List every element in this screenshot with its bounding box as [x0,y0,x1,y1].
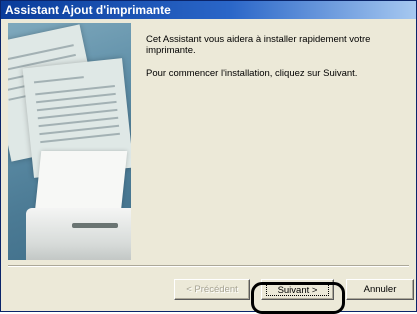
wizard-banner-image [8,23,131,260]
printer-icon [26,208,131,260]
printer-display-panel [72,223,118,228]
button-separator [8,265,409,267]
cancel-button[interactable]: Annuler [346,279,414,300]
back-button[interactable]: < Précédent [174,279,250,300]
printer-wizard-window: Assistant Ajout d'imprimante Cet Assista… [0,0,417,314]
printer-paper-sheet [34,151,128,213]
wizard-client-area: Cet Assistant vous aidera à installer ra… [3,20,414,314]
intro-text: Cet Assistant vous aidera à installer ra… [146,34,371,56]
next-button-label: Suivant > [266,283,329,296]
title-bar[interactable]: Assistant Ajout d'imprimante [1,1,416,19]
instruction-text: Pour commencer l'installation, cliquez s… [146,68,358,79]
wizard-text: Cet Assistant vous aidera à installer ra… [146,34,406,91]
next-button[interactable]: Suivant > [261,279,334,300]
window-title: Assistant Ajout d'imprimante [5,3,171,17]
